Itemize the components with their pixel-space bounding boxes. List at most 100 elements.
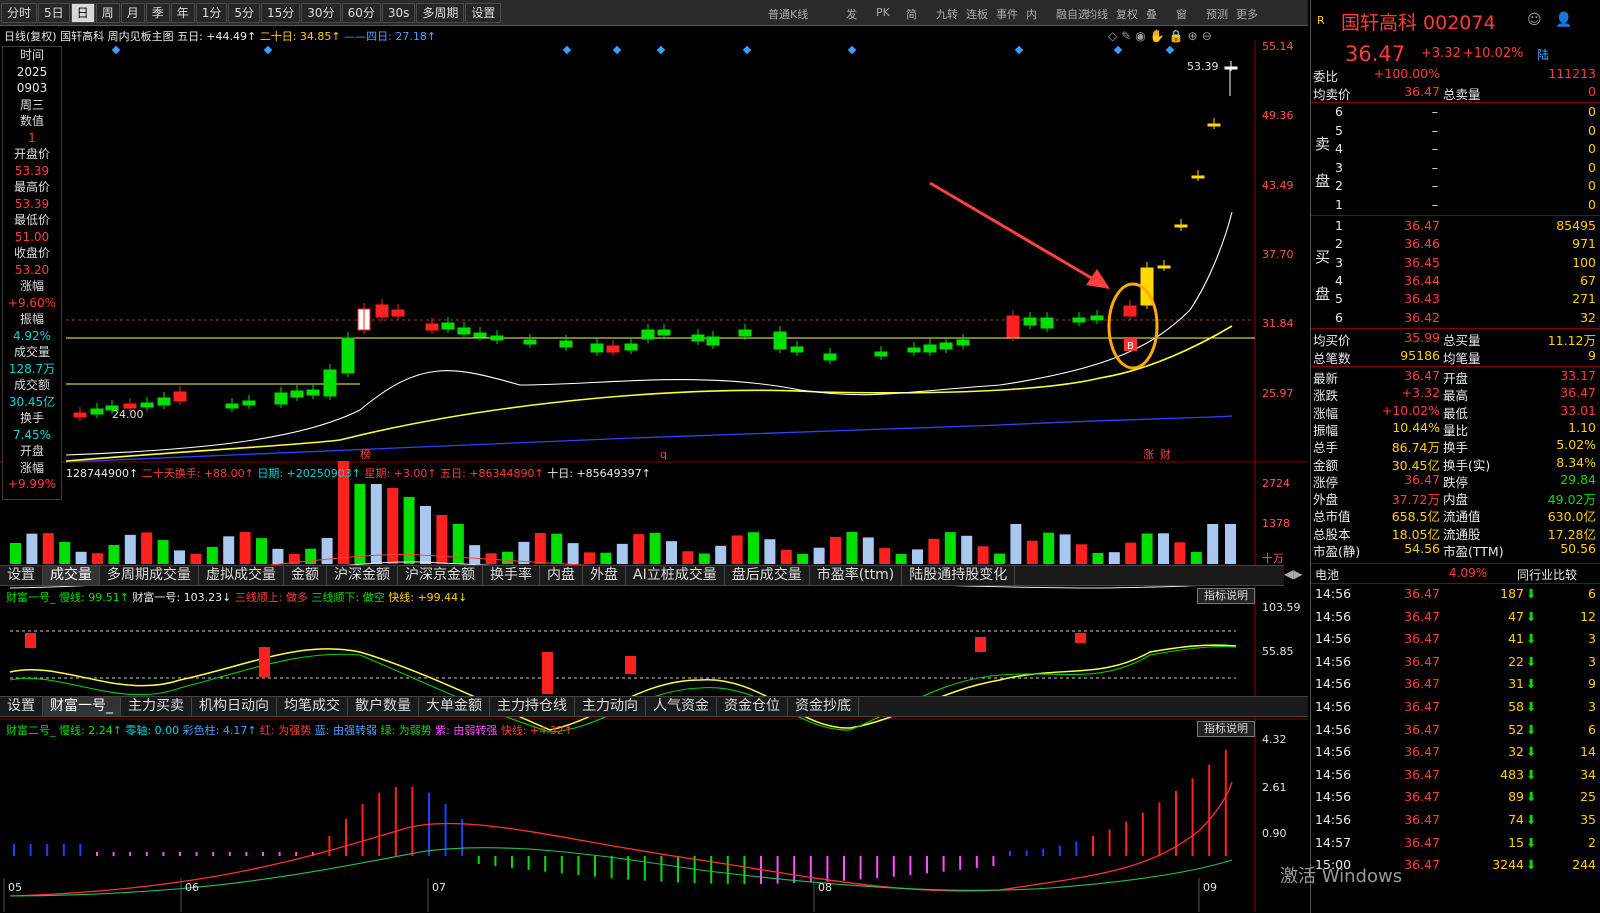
volume-bar <box>616 543 628 564</box>
tab1-10[interactable]: AI立桩成交量 <box>626 566 725 585</box>
toolbar-right-1[interactable]: PK <box>876 6 890 19</box>
stat-label: 外盘 <box>1313 492 1339 508</box>
vol-20day-turnover: 二十天换手: +88.00↑ <box>141 467 254 480</box>
toolbar-right-12[interactable]: 预测 <box>1206 6 1228 22</box>
period-11[interactable]: 60分 <box>341 2 381 23</box>
windows-watermark: 激活 Windows <box>1280 866 1403 887</box>
stat-value: 8.34% <box>1556 454 1596 470</box>
tab2-9[interactable]: 人气资金 <box>646 697 717 716</box>
period-toolbar: 分时 5日日周月季年 1分 5分 15分 30分 60分 30s 多周期 设置 普通K线 发 PK 简 九转… <box>0 0 1308 26</box>
tick-price: 36.47 <box>1404 857 1440 873</box>
tab2-4[interactable]: 均笔成交 <box>277 697 348 716</box>
tab1-11[interactable]: 盘后成交量 <box>725 566 810 585</box>
toolbar-right-9[interactable]: 复权 <box>1116 6 1138 22</box>
tick-vol: 41 <box>1508 631 1524 647</box>
sector-name: 电池 <box>1315 568 1340 582</box>
tick-price: 36.47 <box>1404 744 1440 760</box>
period-1[interactable]: 5日 <box>38 2 70 23</box>
tab-scroll-arrows[interactable]: ◀▶ <box>1284 567 1302 581</box>
stat-label: 振幅 <box>1313 422 1339 438</box>
left-panel-item: 最高价 <box>13 180 50 194</box>
tab2-8[interactable]: 主力动向 <box>575 697 646 716</box>
tab1-2[interactable]: 多周期成交量 <box>100 566 199 585</box>
tab1-12[interactable]: 市盈率(ttm) <box>810 566 903 585</box>
volume-bar <box>26 533 38 564</box>
stat-value: 36.47 <box>1404 368 1440 383</box>
price-axis-label: 55.14 <box>1262 40 1294 53</box>
kline-type-dropdown[interactable]: 普通K线 <box>768 6 808 22</box>
volume-bar <box>846 532 858 564</box>
ind2-help-button[interactable]: 指标说明 <box>1197 721 1255 737</box>
tab2-3[interactable]: 机构日动向 <box>192 697 277 716</box>
period-5[interactable]: 季 <box>145 2 170 23</box>
period-0[interactable]: 分时 <box>1 2 38 23</box>
period-9[interactable]: 15分 <box>261 2 301 23</box>
period-3[interactable]: 周 <box>95 2 120 23</box>
period-13[interactable]: 多周期 <box>416 2 465 23</box>
period-14[interactable]: 设置 <box>465 2 502 23</box>
tab2-2[interactable]: 主力买卖 <box>121 697 192 716</box>
buy-vol: 100 <box>1572 254 1596 270</box>
tick-count: 35 <box>1580 812 1596 827</box>
period-4[interactable]: 月 <box>120 2 145 23</box>
toolbar-right-13[interactable]: 更多 <box>1236 6 1258 22</box>
tab2-6[interactable]: 大单金额 <box>419 697 490 716</box>
tab1-9[interactable]: 外盘 <box>583 566 626 585</box>
toolbar-right-0[interactable]: 发 <box>846 6 857 22</box>
stat-value: 54.56 <box>1404 541 1440 556</box>
ind1-down: 三线顺下: 做空 <box>311 591 385 604</box>
volume-bar <box>108 544 120 564</box>
ind1-help-button[interactable]: 指标说明 <box>1197 588 1255 604</box>
tab1-6[interactable]: 沪深京金额 <box>398 566 483 585</box>
period-12[interactable]: 30s <box>381 2 416 23</box>
signal-diamond <box>847 45 857 55</box>
tick-vol: 32 <box>1508 744 1524 760</box>
tab2-0[interactable]: 设置 <box>0 697 43 716</box>
signal-diamond <box>1014 45 1024 55</box>
signal-diamond <box>742 45 752 55</box>
sell-vol: 0 <box>1588 178 1596 193</box>
tab2-7[interactable]: 主力持仓线 <box>490 697 575 716</box>
sell-price: – <box>1431 178 1438 193</box>
tab1-3[interactable]: 虚拟成交量 <box>199 566 284 585</box>
tab1-0[interactable]: 设置 <box>0 566 43 585</box>
tab1-4[interactable]: 金额 <box>284 566 327 585</box>
tab1-7[interactable]: 换手率 <box>483 566 540 585</box>
toolbar-right-5[interactable]: 事件 <box>996 6 1018 22</box>
tab2-10[interactable]: 资金仓位 <box>717 697 788 716</box>
weibi-label: 委比 <box>1313 69 1339 84</box>
stat-label: 开盘 <box>1443 371 1469 386</box>
period-10[interactable]: 30分 <box>301 2 341 23</box>
toolbar-right-11[interactable]: 窗 <box>1176 6 1187 22</box>
separator <box>1311 366 1600 367</box>
stat-value: 18.05亿 <box>1391 526 1440 542</box>
toolbar-right-7[interactable]: 融自选 <box>1056 6 1089 22</box>
volume-bar <box>764 539 776 564</box>
sell-price: – <box>1431 159 1438 175</box>
volume-bar <box>862 537 874 564</box>
toolbar-right-2[interactable]: 简 <box>906 6 917 22</box>
toolbar-right-10[interactable]: 叠 <box>1146 6 1157 22</box>
period-7[interactable]: 1分 <box>195 2 228 23</box>
volume-bar <box>1174 542 1186 564</box>
toolbar-right-6[interactable]: 内 <box>1026 6 1037 22</box>
tab1-1[interactable]: 成交量 <box>43 566 100 585</box>
toolbar-right-3[interactable]: 九转 <box>936 6 958 22</box>
tick-vol: 3244 <box>1492 857 1524 873</box>
tab2-5[interactable]: 散户数量 <box>348 697 419 716</box>
toolbar-right-8[interactable]: 均线 <box>1086 6 1108 22</box>
period-2[interactable]: 日 <box>70 2 95 23</box>
toolbar-right-4[interactable]: 连板 <box>966 6 988 22</box>
tab1-5[interactable]: 沪深金额 <box>327 566 398 585</box>
period-8[interactable]: 5分 <box>228 2 261 23</box>
left-panel-item: 51.00 <box>14 229 50 244</box>
industry-compare-button[interactable]: 同行业比较 <box>1517 566 1577 583</box>
tab1-8[interactable]: 内盘 <box>540 566 583 585</box>
stat-value: 36.47 <box>1560 385 1596 401</box>
ind1-axis-label: 103.59 <box>1262 601 1301 614</box>
tab1-13[interactable]: 陆股通持股变化 <box>902 566 1016 585</box>
tab2-1[interactable]: 财富一号_ <box>43 697 121 716</box>
tab2-11[interactable]: 资金抄底 <box>788 697 859 716</box>
down-arrow-icon: ⬇ <box>1526 744 1537 760</box>
period-6[interactable]: 年 <box>170 2 195 23</box>
